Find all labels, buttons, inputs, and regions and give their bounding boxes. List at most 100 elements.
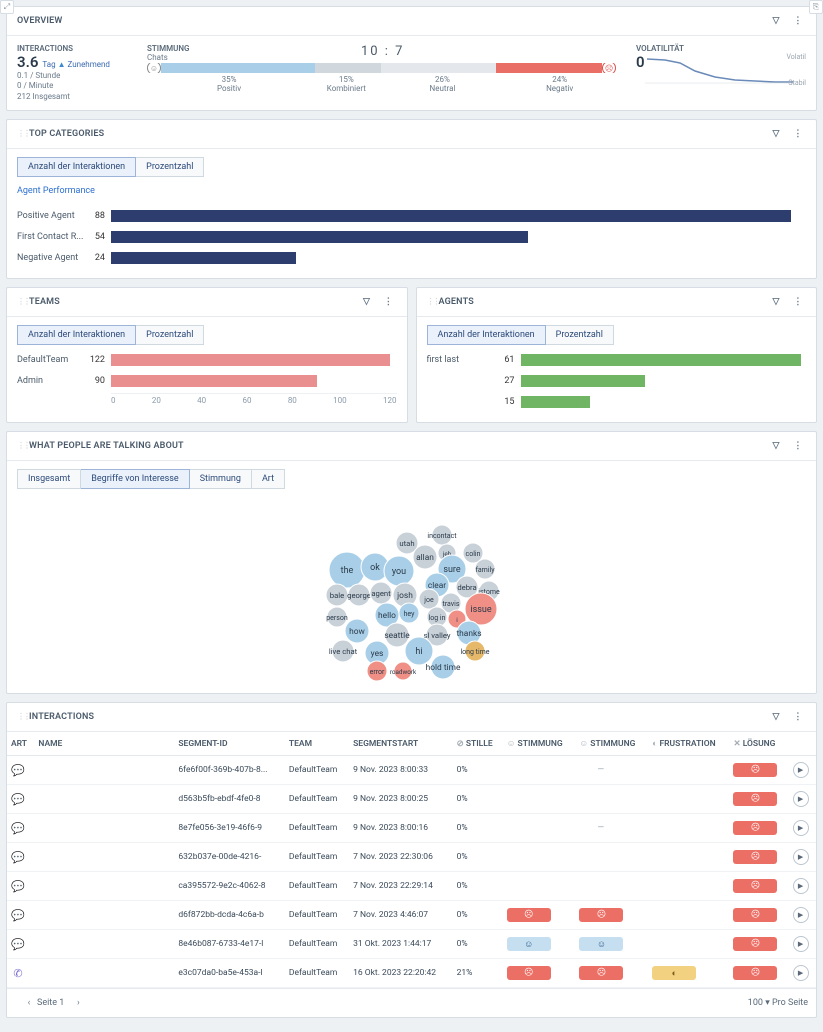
svg-text:george: george (347, 591, 371, 600)
tab-count[interactable]: Anzahl der Interaktionen (427, 325, 546, 345)
more-icon[interactable]: ⋮ (381, 294, 397, 310)
col-stille[interactable]: ⊘ STILLE (453, 732, 503, 756)
bar-fill (111, 354, 390, 366)
col-stimmung1[interactable]: ☺ STIMMUNG (503, 732, 576, 756)
cell-stille: 0% (453, 756, 503, 785)
bubble-hi[interactable]: hi (405, 637, 433, 665)
col-seg[interactable]: SEGMENT-ID (174, 732, 285, 756)
bubble-joe[interactable]: joe (419, 589, 439, 609)
bubble-agent[interactable]: agent (370, 582, 392, 604)
bar-fill (521, 396, 590, 408)
cell-team: DefaultTeam (285, 872, 349, 901)
interactions-sub1: 0.1 / Stunde (17, 71, 127, 81)
bubble-how[interactable]: how (345, 619, 369, 643)
bubble-chart: theokyouutahallanincontactjehsurecolinfa… (17, 495, 806, 685)
play-button[interactable]: ▶ (793, 791, 809, 807)
play-button[interactable]: ▶ (793, 936, 809, 952)
drag-handle-icon[interactable] (17, 129, 23, 139)
more-icon[interactable]: ⋮ (790, 126, 806, 142)
next-page-icon[interactable]: › (70, 995, 86, 1011)
interactions-table: ART NAME SEGMENT-ID TEAM SEGMENTSTART ⊘ … (7, 732, 816, 988)
col-frust[interactable]: ◐ FRUSTRATION (648, 732, 729, 756)
col-losung[interactable]: ✕ LÖSUNG (729, 732, 788, 756)
expand-handle-right[interactable]: ⎘ (809, 0, 823, 14)
bubble-error[interactable]: error (367, 661, 387, 681)
tab-count[interactable]: Anzahl der Interaktionen (17, 325, 136, 345)
col-name[interactable]: NAME (34, 732, 174, 756)
bubble-family[interactable]: family (475, 559, 495, 579)
per-page-select[interactable]: 100 ▾ (748, 998, 770, 1008)
filter-icon[interactable]: ▽ (359, 294, 375, 310)
badge-negative: ☹ (507, 908, 551, 922)
bubble-the[interactable]: the (329, 552, 365, 588)
bar-value: 122 (89, 355, 111, 365)
page-number: 1 (59, 998, 64, 1008)
cell-stille: 0% (453, 843, 503, 872)
agents-panel: AGENTS ▽ ⋮ Anzahl der Interaktionen Proz… (416, 287, 818, 423)
table-row[interactable]: 💬ca395572-9e2c-4062-8DefaultTeam7 Nov. 2… (7, 872, 816, 901)
bubble-allan[interactable]: allan (413, 545, 437, 569)
svg-text:bale: bale (329, 591, 343, 600)
bar-row: first last61 (427, 351, 807, 369)
bubble-hey[interactable]: hey (399, 603, 419, 623)
table-row[interactable]: 💬d6f872bb-dcda-4c6a-bDefaultTeam7 Nov. 2… (7, 901, 816, 930)
filter-icon[interactable]: ▽ (768, 126, 784, 142)
filter-icon[interactable]: ▽ (768, 294, 784, 310)
col-team[interactable]: TEAM (285, 732, 349, 756)
agent-performance-link[interactable]: Agent Performance (17, 186, 95, 196)
drag-handle-icon[interactable] (17, 297, 23, 307)
wpata-tab[interactable]: Begriffe von Interesse (81, 469, 189, 489)
bubble-live-chat[interactable]: live chat (328, 640, 357, 662)
play-button[interactable]: ▶ (793, 965, 809, 981)
tab-percent[interactable]: Prozentzahl (546, 325, 614, 345)
play-button[interactable]: ▶ (793, 762, 809, 778)
filter-icon[interactable]: ▽ (768, 438, 784, 454)
play-button[interactable]: ▶ (793, 849, 809, 865)
cell-start: 9 Nov. 2023 8:00:33 (349, 756, 452, 785)
bar-row: Negative Agent24 (17, 249, 806, 267)
play-button[interactable]: ▶ (793, 878, 809, 894)
wpata-tab[interactable]: Insgesamt (17, 469, 81, 489)
tab-percent[interactable]: Prozentzahl (136, 325, 204, 345)
bubble-you[interactable]: you (384, 556, 414, 586)
drag-handle-icon[interactable] (17, 441, 23, 451)
svg-text:roadwork: roadwork (389, 668, 416, 676)
prev-page-icon[interactable]: ‹ (21, 995, 37, 1011)
drag-handle-icon[interactable] (427, 297, 433, 307)
bubble-seattle[interactable]: seattle (384, 623, 410, 647)
filter-icon[interactable]: ▽ (768, 709, 784, 725)
table-row[interactable]: 💬8e46b087-6733-4e17-lDefaultTeam31 Okt. … (7, 930, 816, 959)
bubble-person[interactable]: person (326, 607, 348, 627)
drag-handle-icon[interactable] (17, 712, 23, 722)
col-start[interactable]: SEGMENTSTART (349, 732, 452, 756)
bubble-bale[interactable]: bale (326, 584, 348, 606)
top-categories-tabs: Anzahl der Interaktionen Prozentzahl (17, 157, 806, 177)
filter-icon[interactable]: ▽ (768, 13, 784, 29)
bubble-roadwork[interactable]: roadwork (389, 662, 416, 680)
expand-handle-left[interactable]: ⤢ (0, 0, 14, 14)
cell-team: DefaultTeam (285, 756, 349, 785)
wpata-tab[interactable]: Stimmung (190, 469, 252, 489)
more-icon[interactable]: ⋮ (790, 438, 806, 454)
table-row[interactable]: 💬8e7fe056-3e19-46f6-9DefaultTeam9 Nov. 2… (7, 814, 816, 843)
table-row[interactable]: 💬632b037e-00de-4216-DefaultTeam7 Nov. 20… (7, 843, 816, 872)
bubble-issue[interactable]: issue (465, 593, 497, 625)
more-icon[interactable]: ⋮ (790, 709, 806, 725)
more-icon[interactable]: ⋮ (790, 13, 806, 29)
wpata-tab[interactable]: Art (252, 469, 285, 489)
tab-percent[interactable]: Prozentzahl (136, 157, 204, 177)
sentiment-label: 24%Negativ (503, 75, 616, 93)
table-row[interactable]: 💬d563b5fb-ebdf-4fe0-8DefaultTeam9 Nov. 2… (7, 785, 816, 814)
table-row[interactable]: ✆e3c07da0-ba5e-453a-lDefaultTeam16 Okt. … (7, 959, 816, 988)
table-row[interactable]: 💬6fe6f00f-369b-407b-8...DefaultTeam9 Nov… (7, 756, 816, 785)
col-stimmung2[interactable]: ☺ STIMMUNG (575, 732, 648, 756)
bubble-george[interactable]: george (347, 584, 371, 606)
col-art[interactable]: ART (7, 732, 34, 756)
tab-count[interactable]: Anzahl der Interaktionen (17, 157, 136, 177)
play-button[interactable]: ▶ (793, 907, 809, 923)
more-icon[interactable]: ⋮ (790, 294, 806, 310)
frown-icon: ☹ (602, 63, 616, 73)
interactions-value: 3.6 (17, 53, 38, 71)
play-button[interactable]: ▶ (793, 820, 809, 836)
bubble-incontact[interactable]: incontact (427, 525, 457, 545)
